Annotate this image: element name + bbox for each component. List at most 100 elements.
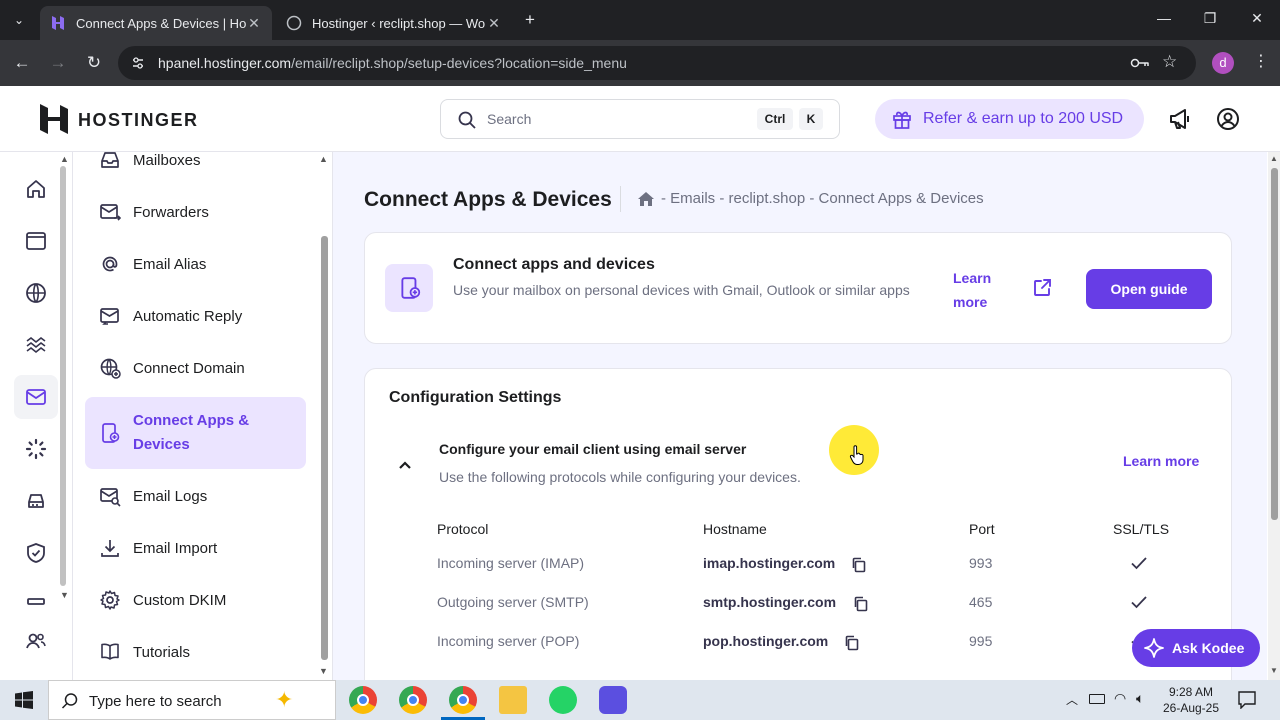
sidebar-item-forwarders[interactable]: Forwarders [85, 192, 306, 232]
copy-icon[interactable] [844, 635, 860, 651]
site-info-icon[interactable] [130, 55, 146, 71]
sidebar-item-automatic-reply[interactable]: Automatic Reply [85, 296, 306, 336]
sidebar-item-email-alias[interactable]: Email Alias [85, 244, 306, 284]
close-tab-icon[interactable]: ✕ [246, 15, 262, 32]
chevron-up-tray-icon[interactable]: ︿ [1066, 691, 1078, 708]
guide-card: Connect apps and devices Use your mailbo… [364, 232, 1232, 344]
tab-search-icon[interactable]: ⌄ [8, 9, 30, 31]
loader-icon[interactable] [24, 437, 48, 461]
refer-earn-button[interactable]: Refer & earn up to 200 USD [875, 99, 1144, 139]
search-input[interactable]: Search Ctrl K [440, 99, 840, 139]
battery-icon[interactable] [1089, 694, 1105, 704]
waves-icon[interactable] [24, 333, 48, 357]
subnav-scrollbar[interactable] [321, 236, 328, 660]
windows-start-icon[interactable] [15, 691, 33, 709]
home-icon[interactable] [24, 177, 48, 201]
sidebar-item-email-logs[interactable]: Email Logs [85, 476, 306, 516]
forward-icon[interactable]: → [47, 52, 69, 74]
chevron-up-icon[interactable] [395, 455, 415, 475]
account-icon[interactable] [1216, 107, 1240, 131]
chrome-active-app-icon[interactable] [449, 686, 477, 714]
copy-icon[interactable] [851, 557, 867, 573]
chrome-app-icon[interactable] [349, 686, 377, 714]
sidebar-item-mailboxes[interactable]: Mailboxes [85, 152, 306, 180]
close-tab-icon[interactable]: ✕ [486, 15, 502, 32]
open-guide-button[interactable]: Open guide [1086, 269, 1212, 309]
app-launcher-icon[interactable] [599, 686, 627, 714]
megaphone-icon[interactable] [1168, 107, 1192, 131]
rail-scrollbar[interactable] [60, 166, 66, 586]
config-learn-more-link[interactable]: Learn more [1123, 453, 1199, 469]
sidebar-item-connect-apps-devices[interactable]: Connect Apps & Devices [85, 397, 306, 469]
chrome-profile-app-icon[interactable] [399, 686, 427, 714]
email-rail-item[interactable] [14, 375, 58, 419]
file-explorer-icon[interactable] [499, 686, 527, 714]
ask-kodee-label: Ask Kodee [1172, 640, 1245, 656]
sidebar-item-label: Mailboxes [133, 152, 201, 169]
learn-more-link[interactable]: Learn more [953, 266, 1013, 314]
taskbar-clock[interactable]: 9:28 AM 26-Aug-25 [1160, 684, 1222, 716]
close-window-icon[interactable]: ✕ [1247, 10, 1267, 27]
cursor-highlight [829, 425, 879, 475]
new-tab-icon[interactable]: + [519, 9, 541, 31]
table-row-port: 993 [969, 555, 993, 571]
sidebar-item-connect-domain[interactable]: Connect Domain [85, 348, 306, 388]
profile-avatar[interactable]: d [1212, 52, 1234, 74]
tab-title: Connect Apps & Devices | Hostinger [76, 15, 246, 31]
bookmark-star-icon[interactable]: ☆ [1162, 52, 1177, 72]
sidebar-item-email-import[interactable]: Email Import [85, 528, 306, 568]
rail-scroll-down-icon[interactable]: ▼ [60, 590, 69, 600]
wifi-icon[interactable]: ◠ [1114, 690, 1126, 707]
copy-icon[interactable] [853, 596, 869, 612]
server-icon[interactable] [24, 489, 48, 513]
sparkle-icon [1144, 638, 1164, 658]
sidebar-item-label: Custom DKIM [133, 591, 227, 609]
tab-active[interactable]: Connect Apps & Devices | Hostinger ✕ [40, 6, 272, 40]
config-settings-card: Configuration Settings Configure your em… [364, 368, 1232, 680]
whatsapp-icon[interactable] [549, 686, 577, 714]
guide-card-description: Use your mailbox on personal devices wit… [453, 282, 910, 298]
globe-icon[interactable] [24, 281, 48, 305]
speaker-icon[interactable]: 🔈︎ [1136, 690, 1144, 707]
external-link-icon[interactable] [1032, 278, 1052, 298]
shield-check-icon[interactable] [24, 541, 48, 565]
breadcrumb[interactable]: - Emails - reclipt.shop - Connect Apps &… [661, 190, 984, 207]
reload-icon[interactable]: ↻ [83, 52, 105, 74]
inbox-icon [101, 152, 119, 168]
gift-icon [893, 111, 911, 129]
home-breadcrumb-icon[interactable] [637, 191, 655, 207]
table-row-protocol: Incoming server (IMAP) [437, 555, 585, 571]
taskbar-search-input[interactable]: Type here to search ✦ [48, 680, 336, 720]
restore-icon[interactable]: ❐ [1200, 10, 1220, 27]
book-icon [101, 643, 119, 660]
sidebar-item-tutorials[interactable]: Tutorials [85, 632, 306, 672]
tab-inactive[interactable]: Hostinger ‹ reclipt.shop — WordPress ✕ [276, 6, 512, 40]
partial-rail-icon[interactable] [24, 593, 48, 605]
subnav-scroll-up-icon[interactable]: ▲ [319, 154, 328, 164]
col-ssl-tls: SSL/TLS [1113, 521, 1170, 537]
ask-kodee-button[interactable]: Ask Kodee [1132, 629, 1260, 667]
address-bar[interactable]: hpanel.hostinger.com/email/reclipt.shop/… [118, 46, 1196, 80]
config-subtitle[interactable]: Configure your email client using email … [439, 441, 746, 457]
users-icon[interactable] [24, 629, 48, 653]
rail-scroll-up-icon[interactable]: ▲ [60, 154, 69, 164]
minimize-icon[interactable]: — [1154, 10, 1174, 26]
sidebar-item-custom-dkim[interactable]: Custom DKIM [85, 580, 306, 620]
at-icon [102, 256, 118, 272]
website-icon[interactable] [24, 229, 48, 253]
main-scroll-down-icon[interactable]: ▼ [1270, 666, 1278, 675]
main-scrollbar[interactable]: ▲ ▼ [1268, 152, 1280, 680]
notifications-icon[interactable] [1238, 691, 1256, 709]
guide-card-title: Connect apps and devices [453, 256, 655, 273]
back-icon[interactable]: ← [11, 52, 33, 74]
subnav-scroll-down-icon[interactable]: ▼ [319, 666, 328, 676]
sidebar-item-label: Connect Domain [133, 359, 245, 377]
key-icon[interactable] [1130, 55, 1150, 71]
guide-card-icon-box [385, 264, 433, 312]
logo-text[interactable]: HOSTINGER [78, 110, 199, 131]
title-divider [620, 186, 621, 212]
browser-menu-icon[interactable]: ⋮ [1253, 51, 1269, 71]
hostinger-logo-icon[interactable] [40, 104, 68, 134]
main-scroll-up-icon[interactable]: ▲ [1270, 154, 1278, 163]
main-scroll-thumb[interactable] [1271, 168, 1278, 520]
